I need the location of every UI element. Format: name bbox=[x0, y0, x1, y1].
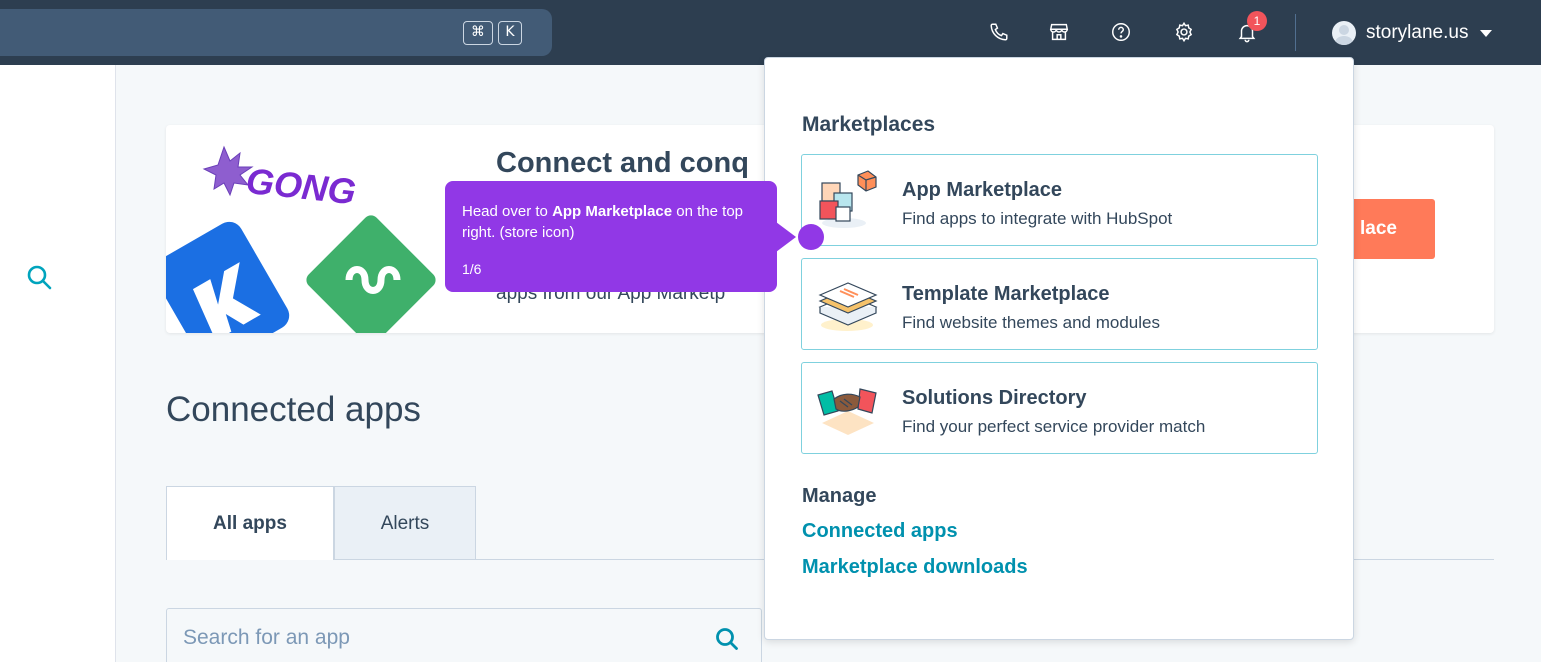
template-marketplace-option[interactable]: Template Marketplace Find website themes… bbox=[801, 258, 1318, 350]
avatar bbox=[1332, 21, 1356, 45]
nav-divider bbox=[1295, 14, 1296, 51]
phone-icon[interactable] bbox=[986, 19, 1012, 45]
gear-icon[interactable] bbox=[1171, 19, 1197, 45]
marketplace-dropdown-menu: Marketplaces App Marketplace Find apps t… bbox=[764, 57, 1354, 640]
partner-logos-illustration: GONG bbox=[166, 145, 436, 333]
app-search-input[interactable] bbox=[183, 623, 683, 653]
marketplaces-heading: Marketplaces bbox=[802, 113, 936, 136]
account-name: storylane.us bbox=[1366, 22, 1469, 43]
app-blocks-icon bbox=[819, 170, 877, 228]
k-key-hint: K bbox=[498, 21, 522, 45]
tooltip-step-counter: 1/6 bbox=[462, 261, 482, 277]
banner-title: Connect and conq bbox=[496, 147, 749, 179]
app-search-box bbox=[166, 608, 762, 662]
guide-tooltip: Head over to App Marketplace on the top … bbox=[445, 181, 777, 292]
help-icon[interactable] bbox=[1108, 19, 1134, 45]
tab-alerts[interactable]: Alerts bbox=[334, 486, 476, 560]
tooltip-text-before: Head over to bbox=[462, 203, 553, 220]
account-menu[interactable]: storylane.us bbox=[1332, 20, 1493, 46]
template-marketplace-description: Find website themes and modules bbox=[902, 313, 1160, 332]
left-rail bbox=[0, 65, 116, 662]
marketplace-downloads-link[interactable]: Marketplace downloads bbox=[802, 556, 1028, 579]
app-marketplace-description: Find apps to integrate with HubSpot bbox=[902, 209, 1173, 228]
search-icon[interactable] bbox=[25, 263, 53, 291]
solutions-directory-description: Find your perfect service provider match bbox=[902, 417, 1206, 436]
command-key-hint: ⌘ bbox=[463, 21, 493, 45]
caret-down-icon bbox=[1480, 29, 1493, 37]
app-marketplace-title: App Marketplace bbox=[902, 179, 1063, 201]
guide-hotspot[interactable] bbox=[798, 224, 824, 250]
handshake-icon bbox=[817, 388, 877, 435]
store-icon[interactable] bbox=[1046, 19, 1072, 45]
app-marketplace-option[interactable]: App Marketplace Find apps to integrate w… bbox=[801, 154, 1318, 246]
template-marketplace-title: Template Marketplace bbox=[902, 283, 1110, 305]
manage-heading: Manage bbox=[802, 485, 877, 507]
connected-apps-link[interactable]: Connected apps bbox=[802, 520, 958, 543]
solutions-directory-option[interactable]: Solutions Directory Find your perfect se… bbox=[801, 362, 1318, 454]
solutions-directory-title: Solutions Directory bbox=[902, 387, 1087, 409]
tab-all-apps[interactable]: All apps bbox=[166, 486, 334, 560]
svg-text:GONG: GONG bbox=[244, 160, 358, 212]
tooltip-text-bold: App Marketplace bbox=[552, 203, 673, 220]
tooltip-arrow bbox=[776, 222, 796, 252]
template-stack-icon bbox=[818, 282, 878, 331]
notifications-count-badge: 1 bbox=[1247, 11, 1267, 31]
global-search-bar[interactable]: ⌘ K bbox=[0, 9, 552, 56]
search-icon[interactable] bbox=[713, 625, 741, 653]
page-title: Connected apps bbox=[166, 390, 421, 429]
top-navigation-bar: ⌘ K 1 storylane.us bbox=[0, 0, 1541, 65]
